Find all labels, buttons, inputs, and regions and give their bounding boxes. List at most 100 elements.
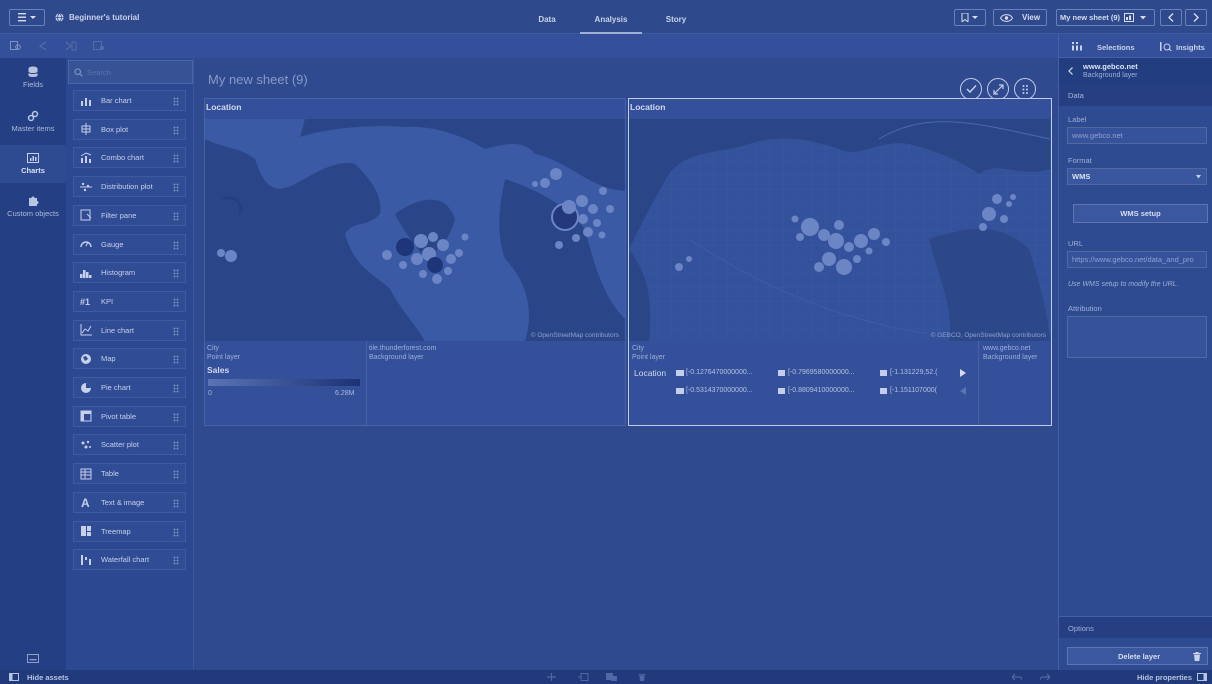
map-2-layer-2-name: www.gebco.net	[983, 345, 1031, 352]
svg-text:#1: #1	[80, 297, 90, 307]
drag-handle-icon[interactable]	[173, 125, 179, 135]
asset-item-pivot-table[interactable]: Pivot table	[73, 405, 186, 427]
drag-handle-icon[interactable]	[173, 556, 179, 566]
sheet-selector[interactable]: My new sheet (9)	[1056, 9, 1155, 26]
view-button[interactable]: View	[993, 9, 1047, 26]
nav-custom-objects-label: Custom objects	[7, 209, 59, 218]
map-1-canvas[interactable]: © OpenStreetMap contributors	[205, 119, 625, 341]
asset-search-input[interactable]: Search	[68, 60, 193, 84]
chevron-right-icon	[1193, 13, 1199, 22]
copy-icon[interactable]	[578, 673, 589, 681]
keyboard-icon[interactable]	[27, 654, 39, 663]
drag-handle-icon[interactable]	[173, 183, 179, 193]
asset-item-waterfall-chart[interactable]: Waterfall chart	[73, 549, 186, 571]
selections-tab[interactable]: Selections	[1097, 43, 1135, 52]
options-section-header[interactable]: Options	[1059, 616, 1212, 638]
drag-handle-icon[interactable]	[173, 498, 179, 508]
drag-handle-icon[interactable]	[173, 269, 179, 279]
more-options-button[interactable]	[1014, 78, 1036, 100]
insights-tab[interactable]: Insights	[1176, 43, 1205, 52]
asset-search-placeholder: Search	[87, 68, 111, 77]
drag-handle-icon[interactable]	[173, 412, 179, 422]
drag-handle-icon[interactable]	[173, 384, 179, 393]
layer-header[interactable]: www.gebco.net Background layer	[1059, 58, 1212, 84]
drag-handle-icon[interactable]	[173, 240, 179, 250]
tab-story[interactable]: Story	[656, 0, 696, 34]
asset-item-kpi[interactable]: #1 KPI	[73, 290, 186, 312]
drag-handle-icon[interactable]	[173, 97, 179, 106]
drag-handle-icon[interactable]	[173, 355, 179, 365]
undo-icon[interactable]	[1012, 673, 1022, 681]
asset-item-label: Bar chart	[101, 96, 132, 105]
asset-item-histogram[interactable]: Histogram	[73, 262, 186, 284]
select-back-icon[interactable]	[38, 41, 48, 51]
nav-fields[interactable]: Fields	[0, 62, 66, 100]
tab-analysis[interactable]: Analysis	[580, 0, 642, 34]
delete-icon[interactable]	[638, 673, 646, 681]
asset-item-pie-chart[interactable]: Pie chart	[73, 377, 186, 398]
delete-layer-label: Delete layer	[1118, 652, 1161, 661]
map-1-legend-max: 6.28M	[335, 390, 355, 397]
asset-item-table[interactable]: Table	[73, 463, 186, 485]
combo-chart-icon	[80, 152, 92, 163]
legend-prev-icon[interactable]	[960, 387, 966, 395]
map-object-2[interactable]: Location © GEBCO, OpenStreetMap contribu…	[628, 98, 1052, 426]
drag-handle-icon[interactable]	[173, 470, 179, 480]
asset-item-filter-pane[interactable]: Filter pane	[73, 204, 186, 226]
done-editing-button[interactable]	[960, 78, 982, 100]
hide-assets-button[interactable]: Hide assets	[27, 673, 69, 682]
insights-icon	[1160, 42, 1172, 51]
move-icon[interactable]	[547, 673, 556, 681]
clear-selections-icon[interactable]	[93, 41, 105, 51]
wms-setup-button[interactable]: WMS setup	[1073, 204, 1208, 223]
redo-icon[interactable]	[1040, 673, 1050, 681]
paste-icon[interactable]	[606, 673, 617, 681]
drag-handle-icon[interactable]	[173, 154, 179, 164]
back-arrow-icon[interactable]	[1068, 67, 1073, 75]
next-sheet-button[interactable]	[1185, 9, 1207, 26]
url-input[interactable]: https://www.gebco.net/data_and_pro	[1067, 251, 1207, 268]
expand-button[interactable]	[987, 78, 1009, 100]
asset-item-gauge[interactable]: Gauge	[73, 233, 186, 255]
asset-item-text-image[interactable]: A Text & image	[73, 491, 186, 513]
map-1-legend-sales: City Point layer Sales 0 6.28M	[205, 341, 367, 426]
asset-item-box-plot[interactable]: Box plot	[73, 118, 186, 140]
drag-handle-icon[interactable]	[173, 297, 179, 307]
legend-next-icon[interactable]	[960, 369, 966, 377]
asset-item-combo-chart[interactable]: Combo chart	[73, 147, 186, 169]
asset-item-label: Gauge	[101, 239, 124, 249]
asset-item-map[interactable]: Map	[73, 348, 186, 370]
drag-handle-icon[interactable]	[173, 211, 179, 221]
map-1-layer-1-name: City	[207, 345, 220, 352]
bookmark-button[interactable]	[954, 9, 986, 26]
drag-handle-icon[interactable]	[173, 326, 179, 336]
asset-item-distribution-plot[interactable]: Distribution plot	[73, 176, 186, 198]
nav-custom-objects[interactable]: Custom objects	[0, 191, 66, 229]
asset-item-label: Line chart	[101, 325, 134, 335]
globe-icon	[55, 13, 64, 22]
nav-master-items[interactable]: Master items	[0, 106, 66, 144]
tab-data[interactable]: Data	[527, 0, 567, 34]
delete-layer-button[interactable]: Delete layer	[1067, 647, 1208, 665]
asset-item-scatter-plot[interactable]: Scatter plot	[73, 434, 186, 456]
format-select[interactable]: WMS	[1067, 168, 1207, 185]
hide-properties-button[interactable]: Hide properties	[1137, 673, 1192, 682]
map-object-1[interactable]: Location © OpenStreetMap contributors Ci…	[204, 98, 626, 426]
attribution-textarea[interactable]	[1067, 316, 1207, 358]
menu-icon	[18, 13, 36, 22]
data-section-header[interactable]: Data	[1059, 84, 1212, 106]
hamburger-menu-button[interactable]	[9, 9, 45, 26]
asset-item-line-chart[interactable]: Line chart	[73, 319, 186, 341]
drag-handle-icon[interactable]	[173, 527, 179, 537]
asset-item-bar-chart[interactable]: Bar chart	[73, 90, 186, 111]
hide-properties-icon	[1197, 673, 1207, 681]
select-forward-icon[interactable]	[65, 41, 77, 51]
nav-charts[interactable]: Charts	[0, 145, 66, 183]
previous-sheet-button[interactable]	[1160, 9, 1182, 26]
label-input[interactable]: www.gebco.net	[1067, 127, 1207, 144]
database-icon	[28, 66, 38, 77]
smart-search-icon[interactable]	[10, 41, 22, 51]
asset-item-treemap[interactable]: Treemap	[73, 520, 186, 542]
drag-handle-icon[interactable]	[173, 441, 179, 451]
map-2-canvas[interactable]: © GEBCO, OpenStreetMap contributors	[629, 119, 1050, 341]
